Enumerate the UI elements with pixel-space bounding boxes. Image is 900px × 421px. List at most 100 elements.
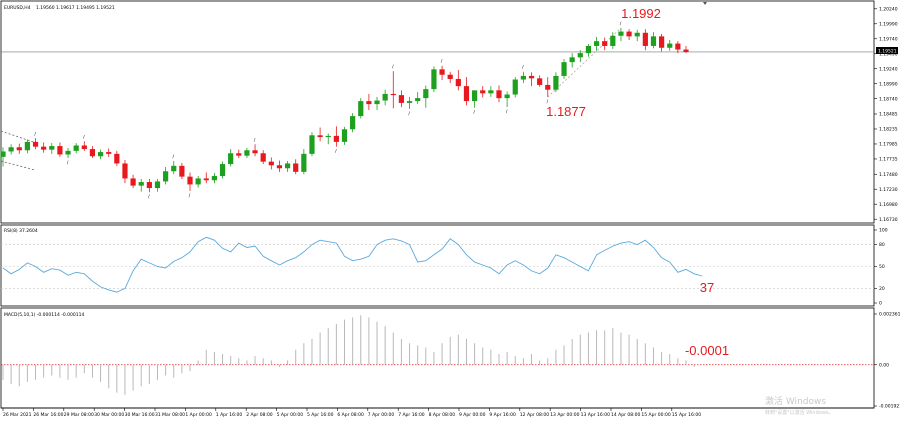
- time-tick-label: 30 Mar 16:00: [125, 412, 155, 418]
- candle-body: [268, 161, 274, 166]
- rsi-tick-label: 0: [879, 301, 882, 307]
- candle-body: [317, 135, 323, 138]
- trading-chart[interactable]: 1.202401.199901.197401.194901.192401.189…: [0, 0, 900, 421]
- time-tick-label: 1 Apr 16:00: [216, 412, 243, 418]
- candle-body: [163, 171, 169, 182]
- candle-body: [122, 163, 128, 179]
- candle-body: [65, 150, 71, 155]
- time-tick-label: 26 Mar 2021: [3, 412, 32, 418]
- candle-body: [480, 90, 486, 94]
- candle-body: [463, 86, 470, 102]
- time-tick-label: 29 Mar 08:00: [64, 412, 94, 418]
- price-tick-label: 1.16980: [879, 202, 898, 208]
- candle-body: [667, 43, 673, 48]
- candle-body: [683, 49, 689, 52]
- candle-body: [8, 147, 14, 152]
- candle-body: [561, 62, 567, 76]
- candle-body: [195, 178, 201, 185]
- candle-body: [545, 84, 551, 90]
- candle-body: [618, 31, 624, 36]
- candle-body: [293, 163, 299, 172]
- candle-body: [569, 57, 575, 63]
- candle-body: [406, 101, 413, 103]
- candle-body: [276, 165, 283, 169]
- macd-tick-label: -0.001921: [879, 404, 900, 410]
- candle: [358, 98, 364, 119]
- time-tick-label: 7 Apr 00:00: [368, 412, 395, 418]
- price-tick-label: 1.18485: [879, 112, 898, 118]
- price-tick-label: 1.19240: [879, 66, 898, 72]
- candle-body: [626, 31, 632, 37]
- candle-body: [24, 141, 30, 151]
- candle: [431, 66, 437, 93]
- candle-body: [634, 32, 640, 37]
- candle-body: [211, 176, 218, 181]
- candle-body: [130, 178, 136, 186]
- candle-body: [447, 74, 453, 79]
- candle-body: [219, 164, 226, 177]
- price-tick-label: 1.18235: [879, 127, 898, 133]
- rsi-tick-label: 20: [879, 286, 885, 292]
- candle-body: [301, 153, 307, 172]
- chart-header: EURUSD,H4 1.19560 1.19617 1.19495 1.1952…: [4, 5, 115, 11]
- price-tick-label: 1.17985: [879, 142, 898, 148]
- ohlc-label: 1.19560 1.19617 1.19495 1.19521: [36, 5, 115, 11]
- candle-body: [439, 69, 445, 75]
- low-annotation: 1.1877: [546, 104, 586, 119]
- time-tick-label: 1 Apr 00:00: [185, 412, 212, 418]
- rsi-title: RSI(8) 37.2604: [4, 228, 38, 234]
- candle-body: [73, 145, 79, 151]
- time-tick-label: 8 Apr 08:00: [429, 412, 456, 418]
- candle-body: [675, 43, 681, 50]
- candle-body: [431, 69, 437, 90]
- candle-body: [284, 163, 291, 169]
- symbol-label: EURUSD,H4: [4, 5, 31, 11]
- candle-body: [374, 100, 380, 105]
- candle-body: [341, 129, 348, 142]
- price-tick-label: 1.17480: [879, 172, 898, 178]
- rsi-tick-label: 80: [879, 242, 885, 248]
- time-tick-label: 30 Mar 00:00: [94, 412, 124, 418]
- activation-watermark-title: 激活 Windows: [765, 395, 826, 407]
- candle-body: [455, 78, 461, 87]
- time-tick-label: 5 Apr 00:00: [277, 412, 304, 418]
- time-tick-label: 2 Apr 08:00: [246, 412, 273, 418]
- candle: [512, 77, 518, 98]
- candle-body: [236, 153, 242, 156]
- time-tick-label: 5 Apr 16:00: [307, 412, 334, 418]
- current-price-tag: 1.19521: [876, 47, 898, 55]
- price-tick-label: 1.18740: [879, 96, 898, 102]
- candle-body: [325, 135, 331, 138]
- candle-body: [154, 181, 161, 189]
- macd-tick-label: 0.002361: [879, 312, 900, 318]
- candle-body: [659, 36, 665, 48]
- candle-body: [114, 153, 120, 164]
- time-tick-label: 9 Apr 00:00: [459, 412, 486, 418]
- candle-body: [390, 93, 396, 96]
- candle-body: [610, 35, 616, 46]
- candle: [219, 161, 226, 179]
- candle-body: [309, 135, 315, 154]
- macd-tick-label: 0.00: [879, 362, 889, 368]
- candle-body: [496, 90, 502, 99]
- candle-body: [488, 90, 494, 94]
- rsi-annotation: 37: [700, 280, 714, 295]
- candle-body: [187, 176, 193, 185]
- candle-body: [106, 152, 112, 154]
- price-tick-label: 1.19990: [879, 21, 898, 27]
- candle-body: [642, 32, 648, 46]
- candle-body: [81, 145, 87, 150]
- candle-body: [333, 135, 339, 142]
- candle-body: [650, 36, 657, 46]
- candle-body: [537, 78, 543, 85]
- rsi-tick-label: 50: [879, 264, 885, 270]
- candle-body: [382, 93, 388, 101]
- price-tick-label: 1.16730: [879, 217, 898, 223]
- time-tick-label: 31 Mar 08:00: [155, 412, 185, 418]
- candle-body: [366, 101, 372, 105]
- time-tick-label: 12 Apr 08:00: [520, 412, 549, 418]
- candle-body: [585, 45, 592, 54]
- candle-body: [228, 153, 234, 165]
- candle-body: [0, 151, 6, 157]
- candle-body: [358, 101, 364, 117]
